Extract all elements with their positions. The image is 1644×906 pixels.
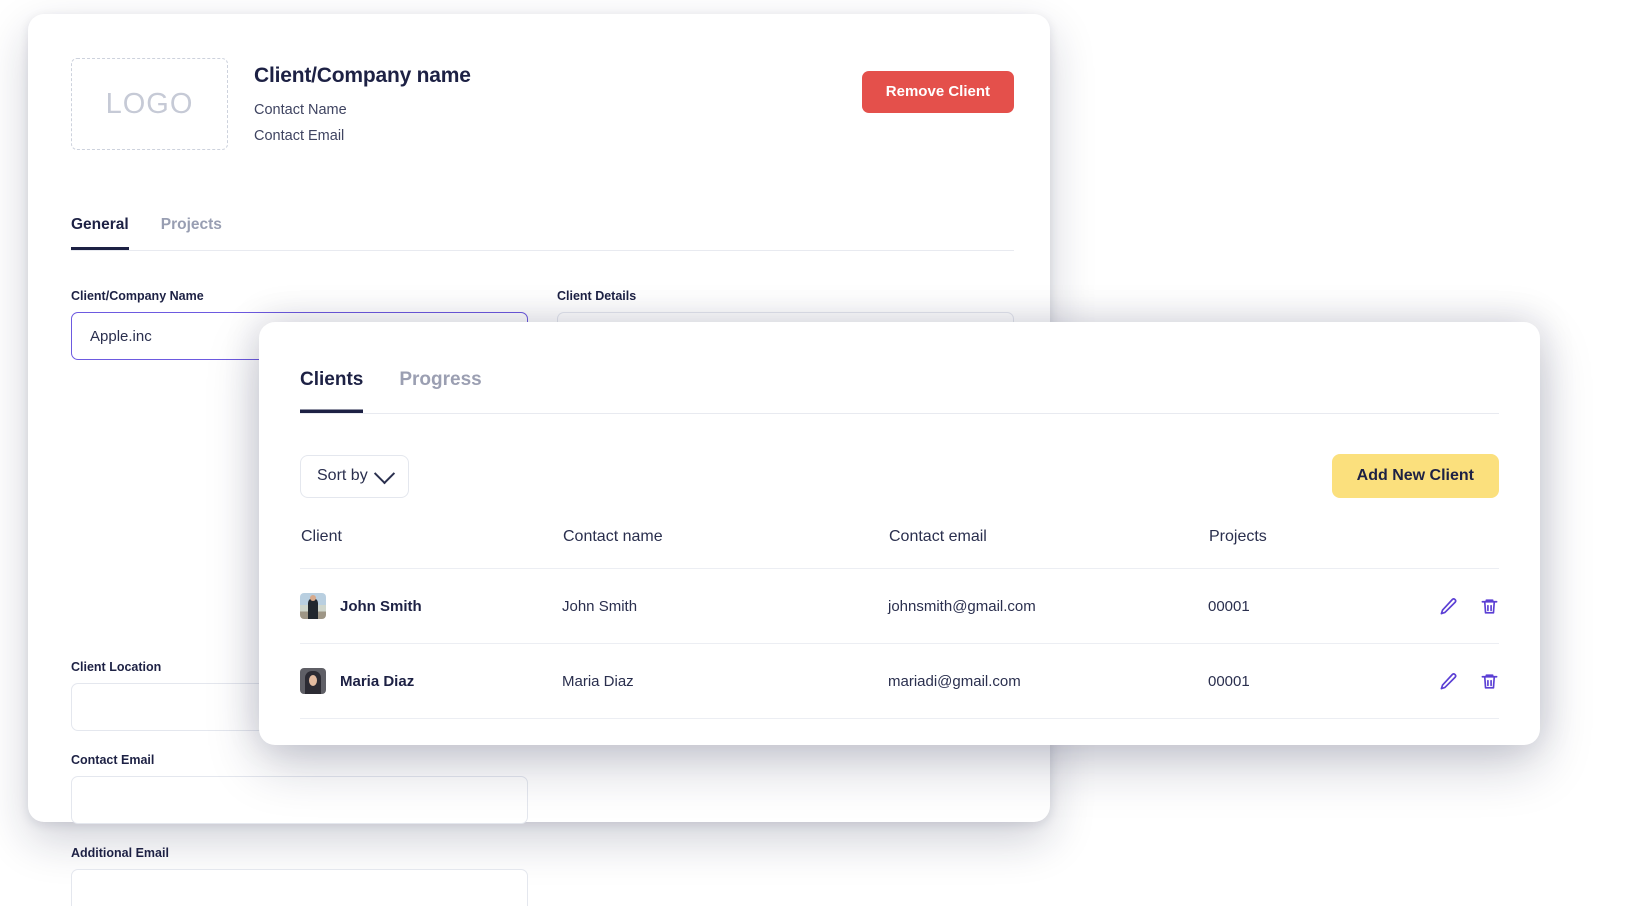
field-additional-email: Additional Email: [71, 846, 528, 906]
cell-contact-name: John Smith: [562, 569, 888, 644]
table-row[interactable]: John Smith John Smith johnsmith@gmail.co…: [300, 569, 1499, 644]
cell-contact-email: mariadi@gmail.com: [888, 644, 1208, 719]
sort-by-dropdown[interactable]: Sort by: [300, 455, 409, 498]
cell-actions: [1423, 569, 1499, 644]
clients-modal-content: Clients Progress Sort by Add New Client …: [300, 369, 1499, 719]
table-row[interactable]: Maria Diaz Maria Diaz mariadi@gmail.com …: [300, 644, 1499, 719]
chevron-down-icon: [374, 463, 395, 484]
trash-icon[interactable]: [1480, 597, 1499, 616]
field-contact-email-label: Contact Email: [71, 753, 528, 767]
col-header-contact-name: Contact name: [562, 527, 888, 569]
field-company-name-label: Client/Company Name: [71, 289, 528, 303]
client-header: LOGO Client/Company name Contact Name Co…: [71, 58, 1014, 154]
tab-clients[interactable]: Clients: [300, 369, 363, 413]
client-name: Maria Diaz: [340, 673, 414, 690]
contact-email-input[interactable]: [71, 776, 528, 824]
spacer-cell-2: [557, 753, 1014, 846]
cell-client: John Smith: [300, 569, 562, 644]
pencil-icon[interactable]: [1439, 597, 1458, 616]
field-contact-email: Contact Email: [71, 753, 528, 824]
logo-text: LOGO: [106, 88, 194, 121]
field-additional-email-label: Additional Email: [71, 846, 528, 860]
cell-projects: 00001: [1208, 644, 1423, 719]
additional-email-input[interactable]: [71, 869, 528, 906]
screenshot-root: LOGO Client/Company name Contact Name Co…: [0, 0, 1644, 906]
cell-actions: [1423, 644, 1499, 719]
remove-client-button[interactable]: Remove Client: [862, 71, 1014, 113]
client-contact-name: Contact Name: [254, 102, 836, 118]
col-header-projects: Projects: [1208, 527, 1423, 569]
client-name: John Smith: [340, 598, 422, 615]
sort-by-label: Sort by: [317, 467, 368, 485]
cell-contact-email: johnsmith@gmail.com: [888, 569, 1208, 644]
cell-projects: 00001: [1208, 569, 1423, 644]
detail-tabs: General Projects: [71, 216, 1014, 251]
client-contact-email: Contact Email: [254, 128, 836, 144]
cell-contact-name: Maria Diaz: [562, 644, 888, 719]
avatar: [300, 593, 326, 619]
col-header-actions: [1423, 527, 1499, 569]
cell-client: Maria Diaz: [300, 644, 562, 719]
col-header-contact-email: Contact email: [888, 527, 1208, 569]
spacer-cell-3: [557, 846, 1014, 906]
clients-table-head: Client Contact name Contact email Projec…: [300, 527, 1499, 569]
tab-progress[interactable]: Progress: [399, 369, 481, 413]
trash-icon[interactable]: [1480, 672, 1499, 691]
tab-general[interactable]: General: [71, 216, 129, 250]
field-client-details-label: Client Details: [557, 289, 1014, 303]
clients-table: Client Contact name Contact email Projec…: [300, 527, 1499, 719]
pencil-icon[interactable]: [1439, 672, 1458, 691]
clients-modal: Clients Progress Sort by Add New Client …: [259, 322, 1540, 745]
modal-tabs: Clients Progress: [300, 369, 1499, 414]
client-header-text: Client/Company name Contact Name Contact…: [254, 58, 836, 154]
clients-table-body: John Smith John Smith johnsmith@gmail.co…: [300, 569, 1499, 719]
clients-toolbar: Sort by Add New Client: [300, 454, 1499, 498]
logo-placeholder[interactable]: LOGO: [71, 58, 228, 150]
add-new-client-button[interactable]: Add New Client: [1332, 454, 1499, 498]
avatar: [300, 668, 326, 694]
table-header-row: Client Contact name Contact email Projec…: [300, 527, 1499, 569]
col-header-client: Client: [300, 527, 562, 569]
page-title: Client/Company name: [254, 64, 836, 88]
tab-projects[interactable]: Projects: [161, 216, 222, 250]
